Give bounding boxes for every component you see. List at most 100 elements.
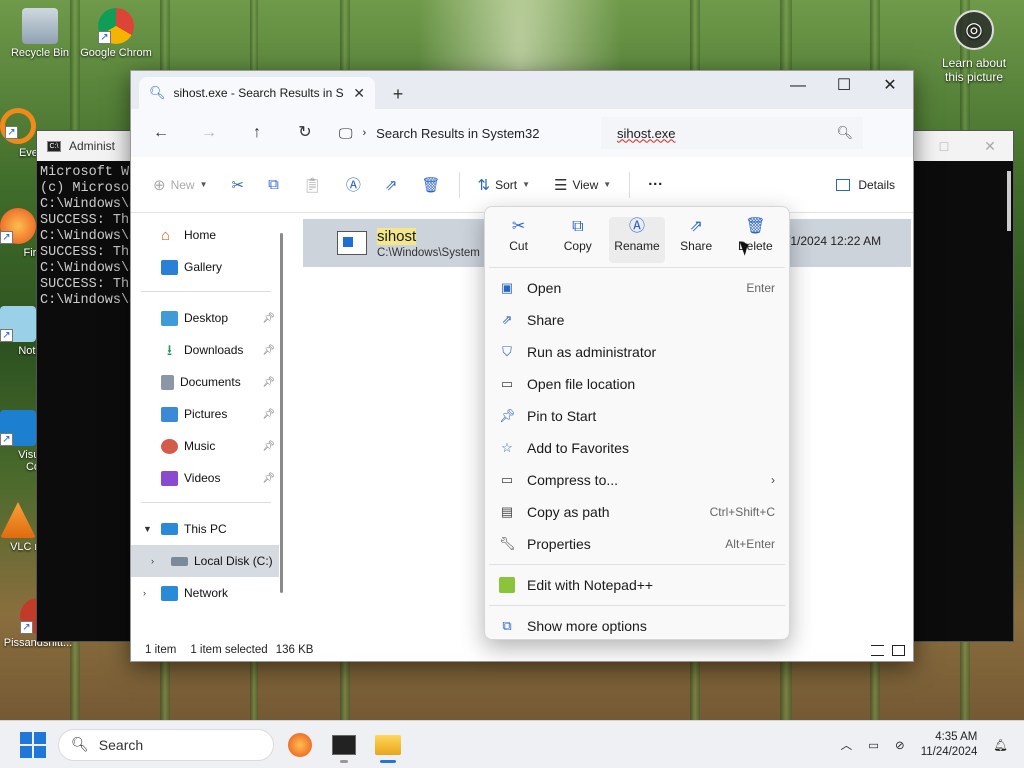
- menu-item-add-to-favorites[interactable]: ☆ Add to Favorites: [485, 432, 789, 464]
- chevron-right-icon[interactable]: ›: [143, 588, 146, 598]
- rename-icon: Ⓐ: [628, 218, 645, 235]
- chevron-right-icon[interactable]: ›: [151, 556, 154, 566]
- minimize-button[interactable]: —: [775, 71, 821, 103]
- nav-item-this-pc[interactable]: ▼ This PC: [131, 513, 279, 545]
- vscode-icon: ↗: [0, 410, 36, 446]
- menu-item-properties[interactable]: 🔧︎ Properties Alt+Enter: [485, 528, 789, 560]
- sort-button[interactable]: ⇅ Sort ▼: [466, 169, 543, 201]
- ctx-rename-button[interactable]: Ⓐ Rename: [608, 217, 665, 263]
- copy-icon: ⧉: [572, 218, 584, 235]
- console-scrollbar[interactable]: [1007, 171, 1011, 231]
- ctx-copy-button[interactable]: ⧉ Copy: [550, 217, 606, 263]
- tiles-view-icon[interactable]: [892, 644, 905, 656]
- menu-item-share[interactable]: ⇗ Share: [485, 304, 789, 336]
- menu-item-copy-as-path[interactable]: ▤ Copy as path Ctrl+Shift+C: [485, 496, 789, 528]
- pin-icon[interactable]: 📌︎: [262, 409, 275, 420]
- drive-icon: [171, 556, 188, 566]
- new-tab-button[interactable]: +: [383, 79, 413, 109]
- terminal-icon: [332, 734, 356, 755]
- more-button[interactable]: ···: [636, 169, 675, 201]
- pin-icon[interactable]: 📌︎: [262, 377, 275, 388]
- pictures-icon: [161, 406, 178, 422]
- nav-item-desktop[interactable]: Desktop 📌︎: [131, 302, 279, 334]
- taskbar-firefox[interactable]: [282, 727, 318, 763]
- network-icon[interactable]: ⊘: [895, 738, 905, 752]
- menu-item-open[interactable]: ▣ Open Enter: [485, 272, 789, 304]
- menu-item-edit-with-notepadpp[interactable]: Edit with Notepad++: [485, 569, 789, 601]
- computer-icon: [161, 523, 178, 535]
- pin-icon[interactable]: 📌︎: [262, 345, 275, 356]
- menu-item-run-as-admin[interactable]: ⛉ Run as administrator: [485, 336, 789, 368]
- learn-about-picture[interactable]: ◎ Learn about this picture: [934, 10, 1014, 84]
- close-button[interactable]: ✕: [867, 71, 913, 103]
- menu-item-compress-to[interactable]: ▭ Compress to... ›: [485, 464, 789, 496]
- chevron-up-icon[interactable]: ︿: [841, 737, 853, 753]
- new-button[interactable]: ⊕ New ▼: [141, 169, 220, 201]
- maximize-button[interactable]: □: [921, 131, 967, 161]
- details-view-icon[interactable]: [871, 644, 884, 656]
- nav-item-videos[interactable]: Videos 📌︎: [131, 462, 279, 494]
- open-icon: ▣: [500, 280, 514, 295]
- nav-item-local-disk[interactable]: › Local Disk (C:): [131, 545, 279, 577]
- camera-icon: ◎: [954, 10, 994, 50]
- share-button[interactable]: ⇗: [373, 169, 410, 201]
- nav-item-home[interactable]: ⌂ Home: [131, 219, 279, 251]
- document-icon: [161, 374, 174, 390]
- ctx-delete-button[interactable]: 🗑︎ Delete: [727, 217, 783, 263]
- clock[interactable]: 4:35 AM 11/24/2024: [921, 730, 978, 760]
- nav-item-pictures[interactable]: Pictures 📌︎: [131, 398, 279, 430]
- pin-icon[interactable]: 📌︎: [262, 473, 275, 484]
- shortcut-arrow-icon: ↗: [98, 31, 111, 44]
- menu-item-show-more-options[interactable]: ⧉ Show more options: [485, 610, 789, 642]
- more-options-icon: ⧉: [502, 618, 512, 633]
- folder-icon: [375, 734, 401, 755]
- nav-item-music[interactable]: Music 📌︎: [131, 430, 279, 462]
- nav-item-downloads[interactable]: ⭳ Downloads 📌︎: [131, 334, 279, 366]
- rename-button[interactable]: Ⓐ: [334, 169, 373, 201]
- start-button[interactable]: [20, 731, 46, 758]
- application-icon: [337, 231, 367, 255]
- search-input[interactable]: sihost.exe 🔍︎: [601, 117, 863, 149]
- pin-icon[interactable]: 📌︎: [262, 441, 275, 452]
- pin-icon: 📌︎: [499, 408, 516, 423]
- firefox-icon: [288, 732, 312, 757]
- divider: [141, 502, 271, 503]
- desktop-icon-chrome[interactable]: ↗ Google Chrom: [78, 8, 154, 59]
- delete-button[interactable]: 🗑︎: [409, 169, 452, 201]
- pin-icon[interactable]: 📌︎: [262, 313, 275, 324]
- taskbar-terminal[interactable]: [326, 727, 362, 763]
- address-field[interactable]: 🖵︎ › Search Results in System32: [331, 117, 593, 149]
- ctx-share-button[interactable]: ⇗ Share: [668, 217, 724, 263]
- back-button[interactable]: ←: [139, 117, 183, 149]
- taskbar-search[interactable]: 🔍︎ Search: [58, 728, 274, 761]
- cut-button[interactable]: ✂: [220, 169, 257, 201]
- refresh-button[interactable]: ↻: [283, 117, 327, 149]
- paste-button[interactable]: 📋︎: [291, 169, 334, 201]
- bell-icon[interactable]: 🔔︎: [993, 738, 1008, 752]
- up-button[interactable]: ↑: [235, 117, 279, 149]
- menu-item-open-file-location[interactable]: ▭ Open file location: [485, 368, 789, 400]
- shortcut-arrow-icon: ↗: [0, 329, 13, 342]
- close-button[interactable]: ✕: [967, 131, 1013, 161]
- menu-item-pin-to-start[interactable]: 📌︎ Pin to Start: [485, 400, 789, 432]
- details-button[interactable]: Details: [836, 178, 903, 192]
- view-button[interactable]: ☰ View ▼: [542, 169, 623, 201]
- sort-icon: ⇅: [477, 176, 491, 194]
- taskbar-file-explorer[interactable]: [370, 727, 406, 763]
- nav-item-network[interactable]: › Network: [131, 577, 279, 609]
- forward-button[interactable]: →: [187, 117, 231, 149]
- nav-item-documents[interactable]: Documents 📌︎: [131, 366, 279, 398]
- shortcut-arrow-icon: ↗: [20, 621, 33, 634]
- chevron-down-icon[interactable]: ▼: [143, 524, 152, 534]
- display-icon[interactable]: ▭: [868, 738, 879, 752]
- ctx-cut-button[interactable]: ✂ Cut: [491, 217, 547, 263]
- home-icon: ⌂: [161, 226, 171, 244]
- maximize-button[interactable]: ☐: [821, 71, 867, 103]
- chevron-right-icon: ›: [771, 473, 775, 487]
- nav-item-gallery[interactable]: Gallery: [131, 251, 279, 283]
- copy-button[interactable]: ⧉: [256, 169, 291, 201]
- desktop-icon-recycle-bin[interactable]: Recycle Bin: [2, 8, 78, 59]
- shield-icon: ⛉: [502, 344, 512, 359]
- tab-search-results[interactable]: 🔍︎ sihost.exe - Search Results in S ✕: [139, 77, 375, 109]
- close-tab-button[interactable]: ✕: [353, 85, 365, 102]
